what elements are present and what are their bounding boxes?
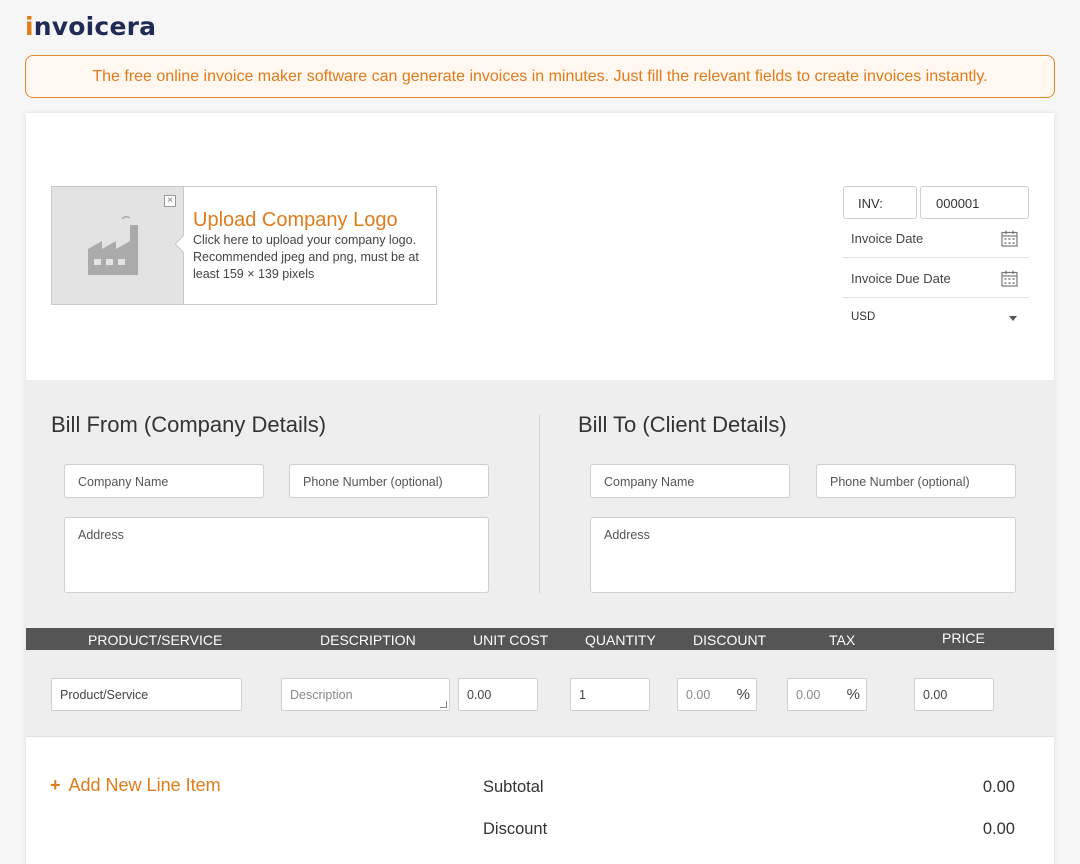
bill-to-address-field[interactable]: Address xyxy=(590,517,1016,593)
brand-logo-text: nvoicera xyxy=(33,12,157,41)
invoice-due-date-field[interactable]: Invoice Due Date xyxy=(842,259,1029,298)
calendar-icon[interactable] xyxy=(1001,230,1018,247)
logo-uploader[interactable]: × Upload Company Logo Click here to uplo… xyxy=(51,186,437,305)
info-banner: The free online invoice maker software c… xyxy=(25,55,1055,98)
header-price: PRICE xyxy=(942,630,985,646)
header-discount: DISCOUNT xyxy=(693,632,767,648)
header-description: DESCRIPTION xyxy=(320,632,416,648)
logo-placeholder[interactable]: × xyxy=(52,187,184,304)
column-divider xyxy=(539,414,540,594)
bill-from-phone-field[interactable]: Phone Number (optional) xyxy=(289,464,489,498)
close-icon[interactable]: × xyxy=(164,195,176,207)
bill-section: Bill From (Company Details) Company Name… xyxy=(26,380,1054,628)
add-line-item-button[interactable]: + Add New Line Item xyxy=(50,775,221,796)
brand-logo-i: i xyxy=(25,12,34,41)
table-row: Product/Service Description 0.00 1 0.00%… xyxy=(26,650,1054,737)
invoice-card: × Upload Company Logo Click here to uplo… xyxy=(26,113,1054,864)
chevron-down-icon xyxy=(1009,316,1017,321)
currency-value: USD xyxy=(851,311,876,323)
description-placeholder: Description xyxy=(290,688,353,702)
bill-to-title: Bill To (Client Details) xyxy=(578,412,787,437)
invoice-due-date-placeholder: Invoice Due Date xyxy=(851,271,951,286)
resize-handle-icon[interactable] xyxy=(440,701,447,708)
discount-input[interactable]: 0.00% xyxy=(677,678,757,711)
price-input[interactable]: 0.00 xyxy=(914,678,994,711)
subtotal-label: Subtotal xyxy=(483,778,544,796)
bill-to-phone-field[interactable]: Phone Number (optional) xyxy=(816,464,1016,498)
quantity-input[interactable]: 1 xyxy=(570,678,650,711)
product-service-input[interactable]: Product/Service xyxy=(51,678,242,711)
add-line-item-label: Add New Line Item xyxy=(68,775,221,795)
plus-icon: + xyxy=(50,775,61,795)
percent-icon: % xyxy=(846,686,860,703)
description-textarea[interactable]: Description xyxy=(281,678,450,711)
tax-input[interactable]: 0.00% xyxy=(787,678,867,711)
subtotal-value: 0.00 xyxy=(982,778,1015,796)
factory-icon xyxy=(88,215,138,275)
bill-from-company-field[interactable]: Company Name xyxy=(64,464,264,498)
upload-logo-title[interactable]: Upload Company Logo xyxy=(193,209,398,232)
discount-value: 0.00 xyxy=(982,820,1015,838)
line-items-header: PRODUCT/SERVICE DESCRIPTION UNIT COST QU… xyxy=(26,628,1054,650)
bill-from-title: Bill From (Company Details) xyxy=(51,412,327,437)
percent-icon: % xyxy=(736,686,750,703)
unit-cost-input[interactable]: 0.00 xyxy=(458,678,538,711)
tax-placeholder: 0.00 xyxy=(796,688,821,702)
currency-select[interactable]: USD xyxy=(842,299,1029,338)
bill-from-address-field[interactable]: Address xyxy=(64,517,489,593)
header-quantity: QUANTITY xyxy=(585,632,656,648)
discount-placeholder: 0.00 xyxy=(686,688,711,702)
info-banner-text: The free online invoice maker software c… xyxy=(92,67,988,85)
header-product-service: PRODUCT/SERVICE xyxy=(88,632,223,648)
invoice-date-placeholder: Invoice Date xyxy=(851,231,924,246)
brand-logo[interactable]: invoicera xyxy=(25,12,156,41)
header-unit-cost: UNIT COST xyxy=(473,632,549,648)
header-tax: TAX xyxy=(829,632,856,648)
invoice-date-field[interactable]: Invoice Date xyxy=(842,219,1029,258)
invoice-prefix-field[interactable]: INV: xyxy=(843,186,917,219)
bill-to-company-field[interactable]: Company Name xyxy=(590,464,790,498)
invoice-number-field[interactable]: 000001 xyxy=(920,186,1029,219)
calendar-icon[interactable] xyxy=(1001,270,1018,287)
upload-logo-description: Click here to upload your company logo. … xyxy=(193,233,419,281)
discount-label: Discount xyxy=(483,820,548,838)
